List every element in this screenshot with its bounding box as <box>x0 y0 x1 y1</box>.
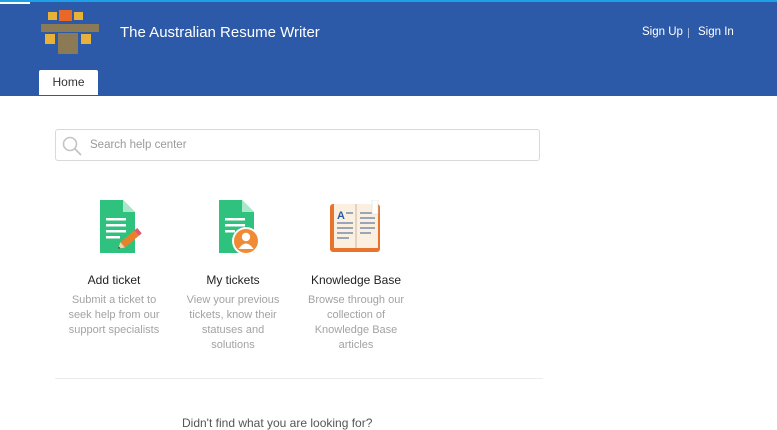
sign-up-link[interactable]: Sign Up <box>642 26 683 38</box>
svg-text:A: A <box>337 210 345 222</box>
add-ticket-icon[interactable] <box>86 200 142 256</box>
my-tickets-card[interactable]: My tickets View your previous tickets, k… <box>181 200 285 353</box>
my-tickets-title[interactable]: My tickets <box>181 273 285 287</box>
my-tickets-description: View your previous tickets, know their s… <box>186 294 280 351</box>
knowledge-base-icon[interactable]: A <box>328 200 384 256</box>
search-input[interactable] <box>90 130 530 160</box>
knowledge-base-description: Browse through our collection of Knowled… <box>308 294 404 351</box>
add-ticket-card[interactable]: Add ticket Submit a ticket to seek help … <box>62 200 166 338</box>
knowledge-base-title[interactable]: Knowledge Base <box>304 273 408 287</box>
site-header: The Australian Resume Writer Sign Up Sig… <box>0 0 777 96</box>
section-divider <box>55 378 543 379</box>
window-corner-marker <box>0 2 30 4</box>
search-box[interactable] <box>55 129 540 161</box>
not-found-prompt: Didn't find what you are looking for? <box>182 416 373 430</box>
knowledge-base-card[interactable]: A Knowledge Base Browse through our coll… <box>304 200 408 353</box>
add-ticket-title[interactable]: Add ticket <box>62 273 166 287</box>
nav-separator <box>688 28 689 38</box>
search-icon[interactable] <box>62 136 82 156</box>
company-logo[interactable] <box>41 10 99 54</box>
brand-name[interactable]: The Australian Resume Writer <box>120 24 320 41</box>
sign-in-link[interactable]: Sign In <box>698 26 734 38</box>
my-tickets-icon[interactable] <box>205 200 261 256</box>
tab-home[interactable]: Home <box>39 70 98 95</box>
add-ticket-description: Submit a ticket to seek help from our su… <box>68 294 160 336</box>
